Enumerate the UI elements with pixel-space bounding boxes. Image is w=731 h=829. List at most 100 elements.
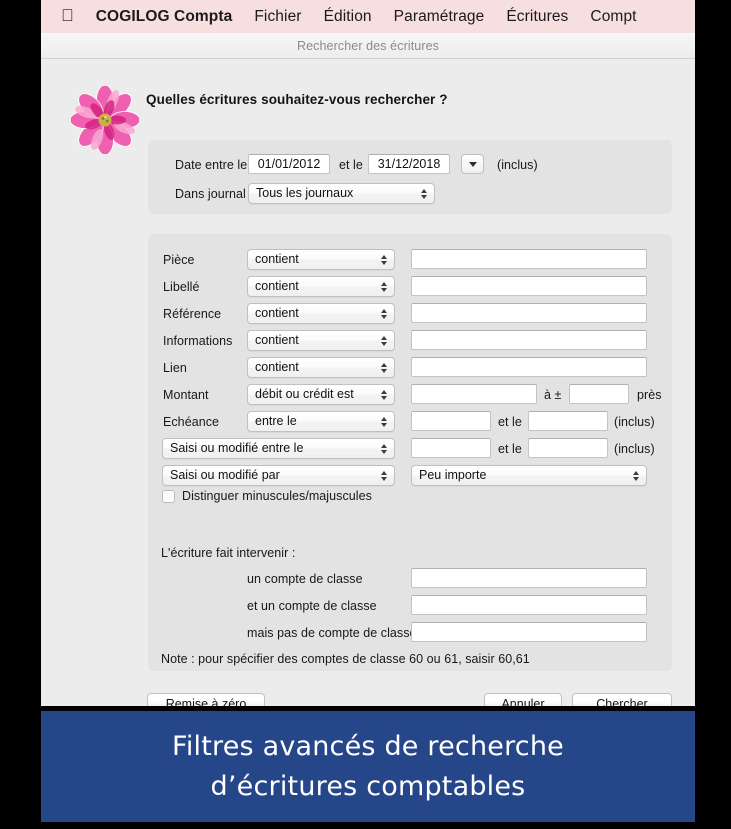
- label-echeance: Echéance: [163, 415, 219, 429]
- label-echeance-inclus: (inclus): [614, 415, 655, 429]
- libelle-operator-value: contient: [255, 279, 299, 293]
- label-lien: Lien: [163, 361, 187, 375]
- saisi-entre-operator-select[interactable]: Saisi ou modifié entre le: [162, 438, 395, 459]
- saisi-par-operator-select[interactable]: Saisi ou modifié par: [162, 465, 395, 486]
- informations-operator-select[interactable]: contient: [247, 330, 395, 351]
- caption-line-2: d’écritures comptables: [210, 770, 526, 802]
- menu-item-comptabilite[interactable]: Compt: [590, 8, 636, 26]
- label-dans-journal: Dans journal: [175, 187, 246, 201]
- case-sensitive-label: Distinguer minuscules/majuscules: [182, 489, 372, 503]
- piece-operator-select[interactable]: contient: [247, 249, 395, 270]
- chevron-down-icon: [468, 161, 477, 167]
- piece-value-input[interactable]: [411, 249, 647, 269]
- label-pas-compte-de-classe: mais pas de compte de classe: [247, 626, 417, 640]
- montant-operator-value: débit ou crédit est: [255, 387, 354, 401]
- reset-button[interactable]: Remise à zéro: [147, 693, 265, 706]
- saisi-par-user-value: Peu importe: [419, 468, 487, 482]
- label-echeance-et-le: et le: [498, 415, 522, 429]
- updown-chevron-icon: [379, 466, 389, 485]
- label-montant-pres: près: [637, 388, 662, 402]
- caption-banner: Filtres avancés de recherche d’écritures…: [41, 711, 695, 822]
- echeance-from-input[interactable]: [411, 411, 491, 431]
- search-entries-dialog: Rechercher des écritures Quelles écritur…: [41, 33, 695, 706]
- echeance-to-input[interactable]: [528, 411, 608, 431]
- libelle-operator-select[interactable]: contient: [247, 276, 395, 297]
- label-inclus-date: (inclus): [497, 158, 538, 172]
- menu-item-edition[interactable]: Édition: [324, 8, 372, 26]
- accounts-note: Note : pour spécifier des comptes de cla…: [161, 652, 530, 666]
- date-from-input[interactable]: 01/01/2012: [248, 154, 330, 174]
- apple-logo-icon[interactable]: : [61, 7, 74, 24]
- updown-chevron-icon: [379, 250, 389, 269]
- reference-operator-value: contient: [255, 306, 299, 320]
- label-piece: Pièce: [163, 253, 195, 267]
- informations-value-input[interactable]: [411, 330, 647, 350]
- label-saisi-entre-inclus: (inclus): [614, 442, 655, 456]
- account-class-and-input[interactable]: [411, 595, 647, 615]
- echeance-operator-value: entre le: [255, 414, 297, 428]
- case-sensitive-checkbox[interactable]: Distinguer minuscules/majuscules: [162, 489, 372, 503]
- updown-chevron-icon: [379, 439, 389, 458]
- menu-item-fichier[interactable]: Fichier: [254, 8, 301, 26]
- menu-item-cogilog-compta[interactable]: COGILOG Compta: [96, 8, 233, 26]
- montant-operator-select[interactable]: débit ou crédit est: [247, 384, 395, 405]
- label-saisi-entre-et-le: et le: [498, 442, 522, 456]
- lien-value-input[interactable]: [411, 357, 647, 377]
- page-title: Quelles écritures souhaitez-vous recherc…: [146, 92, 448, 107]
- montant-tolerance-input[interactable]: [569, 384, 629, 404]
- dialog-title-bar[interactable]: Rechercher des écritures: [41, 33, 695, 59]
- piece-operator-value: contient: [255, 252, 299, 266]
- menu-bar:  COGILOG Compta Fichier Édition Paramét…: [41, 0, 695, 33]
- updown-chevron-icon: [379, 304, 389, 323]
- lien-operator-select[interactable]: contient: [247, 357, 395, 378]
- updown-chevron-icon: [631, 466, 641, 485]
- journal-select[interactable]: Tous les journaux: [248, 183, 435, 204]
- informations-operator-value: contient: [255, 333, 299, 347]
- saisi-entre-operator-value: Saisi ou modifié entre le: [170, 441, 304, 455]
- montant-value-input[interactable]: [411, 384, 537, 404]
- reset-button-label: Remise à zéro: [165, 696, 247, 707]
- reference-value-input[interactable]: [411, 303, 647, 323]
- echeance-operator-select[interactable]: entre le: [247, 411, 395, 432]
- label-libelle: Libellé: [163, 280, 200, 294]
- dialog-body: Quelles écritures souhaitez-vous recherc…: [41, 59, 695, 706]
- account-class-input[interactable]: [411, 568, 647, 588]
- updown-chevron-icon: [419, 184, 429, 203]
- journal-select-value: Tous les journaux: [256, 186, 354, 200]
- dialog-title: Rechercher des écritures: [296, 38, 440, 53]
- updown-chevron-icon: [379, 412, 389, 431]
- label-montant: Montant: [163, 388, 209, 402]
- label-montant-tolerance: à ±: [544, 388, 562, 402]
- saisi-par-user-select[interactable]: Peu importe: [411, 465, 647, 486]
- caption-line-1: Filtres avancés de recherche: [172, 730, 564, 762]
- label-informations: Informations: [163, 334, 233, 348]
- updown-chevron-icon: [379, 277, 389, 296]
- saisi-par-operator-value: Saisi ou modifié par: [170, 468, 280, 482]
- cancel-button-label: Annuler: [501, 696, 545, 707]
- updown-chevron-icon: [379, 331, 389, 350]
- date-to-input[interactable]: 31/12/2018: [368, 154, 450, 174]
- updown-chevron-icon: [379, 385, 389, 404]
- menu-item-parametrage[interactable]: Paramétrage: [394, 8, 485, 26]
- accounts-heading: L'écriture fait intervenir :: [161, 546, 296, 560]
- cancel-button[interactable]: Annuler: [484, 693, 562, 706]
- label-reference: Référence: [163, 307, 222, 321]
- search-button[interactable]: Chercher: [572, 693, 672, 706]
- updown-chevron-icon: [379, 358, 389, 377]
- reference-operator-select[interactable]: contient: [247, 303, 395, 324]
- pink-flower-icon: [71, 86, 139, 154]
- libelle-value-input[interactable]: [411, 276, 647, 296]
- checkbox-box-icon: [162, 489, 175, 503]
- date-picker-button[interactable]: [461, 154, 484, 174]
- search-button-label: Chercher: [596, 696, 648, 707]
- screenshot-root:  COGILOG Compta Fichier Édition Paramét…: [0, 0, 731, 829]
- account-class-not-input[interactable]: [411, 622, 647, 642]
- label-et-compte-de-classe: et un compte de classe: [247, 599, 377, 613]
- menu-item-ecritures[interactable]: Écritures: [506, 8, 568, 26]
- label-date-entre-le: Date entre le: [175, 158, 248, 172]
- saisi-entre-from-input[interactable]: [411, 438, 491, 458]
- label-et-le-date: et le: [339, 158, 363, 172]
- lien-operator-value: contient: [255, 360, 299, 374]
- saisi-entre-to-input[interactable]: [528, 438, 608, 458]
- label-compte-de-classe: un compte de classe: [247, 572, 363, 586]
